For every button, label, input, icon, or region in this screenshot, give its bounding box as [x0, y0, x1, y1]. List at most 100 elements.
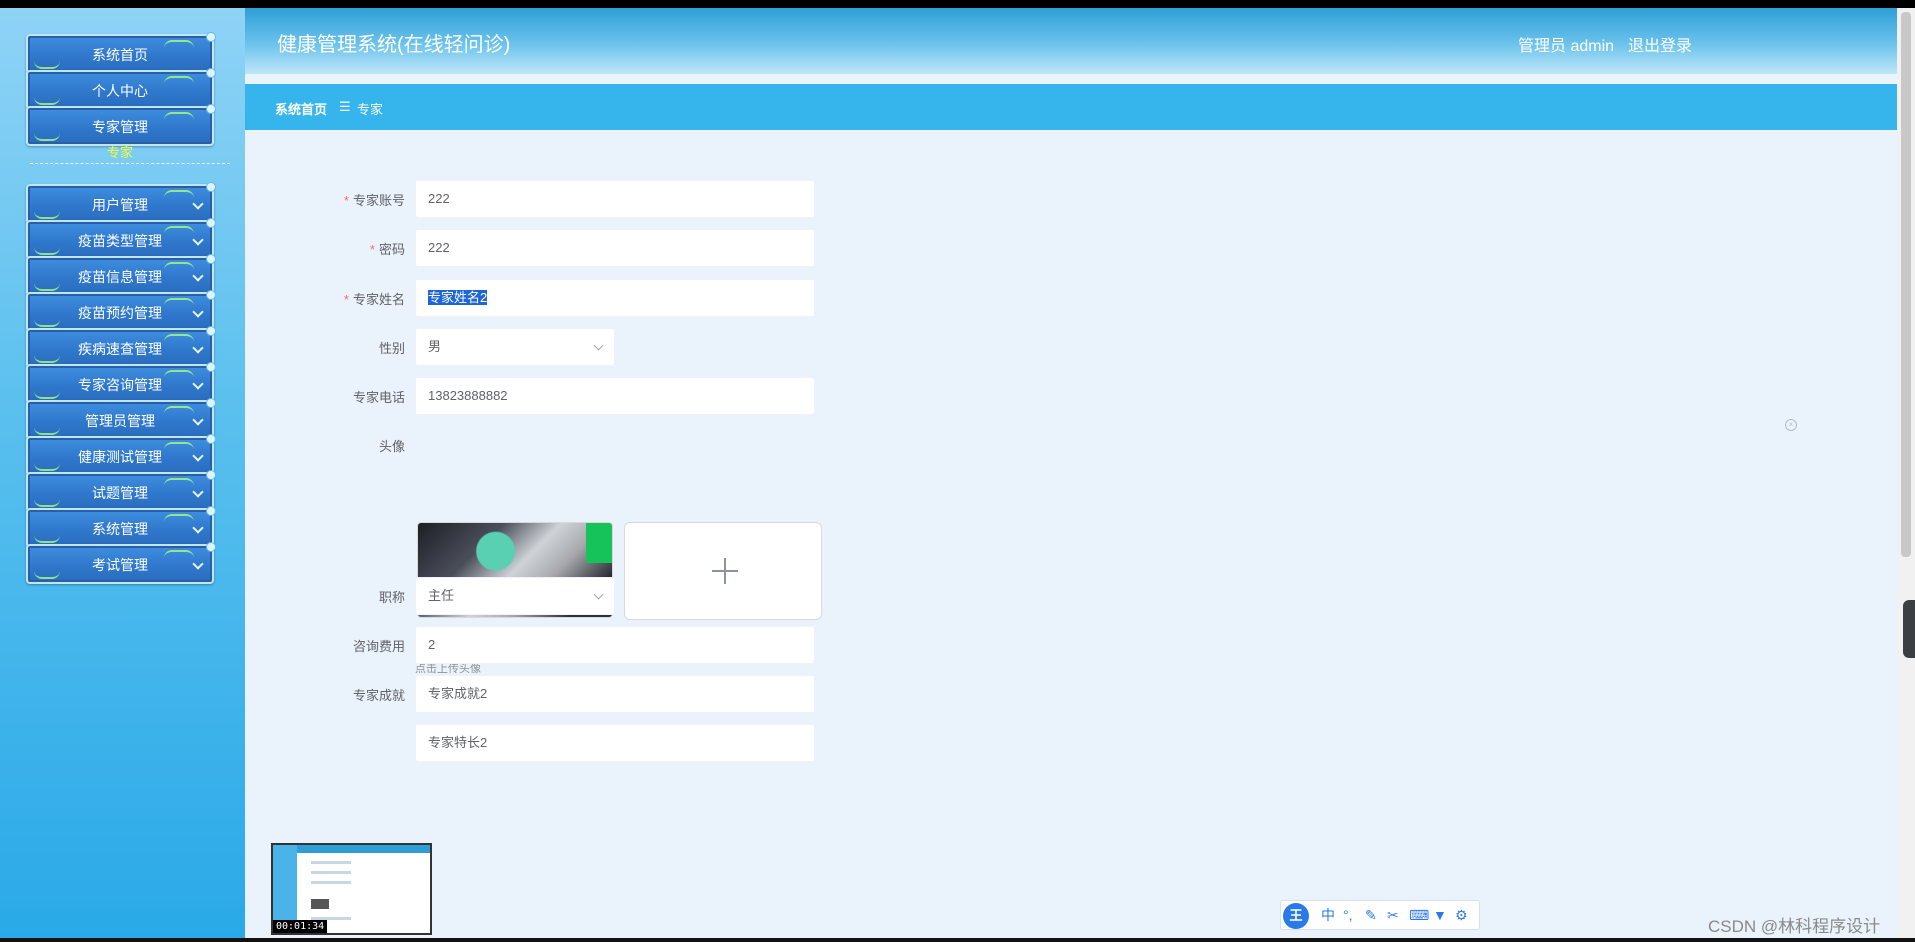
thumb-image [311, 899, 329, 909]
sidebar-item-question-management[interactable]: 试题管理 [26, 470, 216, 512]
ime-logo-icon[interactable]: 王 [1283, 903, 1309, 929]
image-region [586, 523, 612, 563]
sidebar-item-disease-lookup[interactable]: 疾病速查管理 [26, 326, 216, 368]
ornament-icon [164, 334, 194, 342]
sidebar-item-exam-management[interactable]: 考试管理 [26, 542, 216, 584]
current-user: 管理员 admin [1518, 38, 1615, 55]
ornament-icon [34, 211, 60, 219]
scrollbar-thumb[interactable] [1901, 12, 1911, 557]
chevron-down-icon [192, 558, 204, 570]
ornament-icon [164, 190, 194, 198]
sidebar-item-label: 疫苗类型管理 [78, 233, 162, 249]
punctuation-icon[interactable]: °, [1343, 907, 1353, 923]
thumb-header [297, 845, 430, 853]
sidebar-item-user-management[interactable]: 用户管理 [26, 182, 216, 224]
sidebar-item-vaccine-info[interactable]: 疫苗信息管理 [26, 254, 216, 296]
chevron-down-icon [192, 486, 204, 498]
vertical-scrollbar[interactable] [1897, 8, 1915, 938]
header-divider [245, 74, 1897, 84]
plus-icon [724, 558, 726, 584]
dot-icon [206, 182, 216, 192]
specialty-input[interactable]: 专家特长2 [415, 724, 815, 762]
dot-icon [206, 470, 216, 480]
fee-input[interactable]: 2 [415, 626, 815, 664]
sidebar-item-label: 健康测试管理 [78, 449, 162, 465]
chevron-down-icon [192, 414, 204, 426]
avatar-upload-button[interactable] [624, 522, 822, 620]
ornament-icon [34, 571, 60, 579]
dot-icon [206, 362, 216, 372]
dot-icon [206, 32, 216, 42]
logout-link[interactable]: 退出登录 [1628, 32, 1692, 56]
ornament-icon [164, 226, 194, 234]
password-input[interactable]: 222 [415, 229, 815, 267]
app-title: 健康管理系统(在线轻问诊) [277, 34, 511, 56]
skin-icon[interactable]: ▼ [1433, 907, 1447, 923]
sidebar-item-expert-management[interactable]: 专家管理 [26, 104, 216, 146]
sidebar-item-vaccine-booking[interactable]: 疫苗预约管理 [26, 290, 216, 332]
ornament-icon [34, 61, 60, 69]
chevron-down-icon [192, 270, 204, 282]
scissors-icon[interactable]: ✂ [1387, 907, 1399, 923]
side-widget-handle[interactable] [1903, 600, 1915, 658]
select-value: 男 [428, 339, 442, 354]
dot-icon [206, 218, 216, 228]
dot-icon [206, 290, 216, 300]
name-input[interactable]: 专家姓名2 [415, 279, 815, 317]
chevron-down-icon [192, 198, 204, 210]
ornament-icon [34, 499, 60, 507]
required-mark: * [343, 193, 349, 208]
sidebar-item-label: 试题管理 [92, 485, 148, 501]
ornament-icon [34, 535, 60, 543]
ornament-icon [34, 391, 60, 399]
sidebar-item-health-test[interactable]: 健康测试管理 [26, 434, 216, 476]
ime-chinese-mode[interactable]: 中 [1321, 907, 1335, 923]
sidebar-item-label: 疾病速查管理 [78, 341, 162, 357]
label-text: 专家姓名 [352, 292, 405, 307]
ornament-icon [34, 427, 60, 435]
ornament-icon [34, 355, 60, 363]
required-mark: * [369, 242, 375, 257]
sidebar-subitem-expert[interactable]: 专家 [26, 142, 214, 161]
phone-input[interactable]: 13823888882 [415, 377, 815, 415]
ornament-icon [164, 442, 194, 450]
gear-icon[interactable]: ⚙ [1455, 907, 1468, 923]
chevron-down-icon [192, 342, 204, 354]
ornament-icon [34, 463, 60, 471]
ornament-icon [164, 514, 194, 522]
pen-icon[interactable]: ✎ [1365, 907, 1377, 923]
sidebar-item-admin-management[interactable]: 管理员管理 [26, 398, 216, 440]
video-thumbnail[interactable]: 00:01:34 [271, 843, 432, 935]
dot-icon [206, 254, 216, 264]
gender-select[interactable]: 男 [415, 328, 615, 366]
ornament-icon [164, 262, 194, 270]
dot-icon [206, 434, 216, 444]
breadcrumb-home[interactable]: 系统首页 [275, 99, 327, 118]
fee-label: 咨询费用 [352, 639, 405, 654]
sidebar-item-system-management[interactable]: 系统管理 [26, 506, 216, 548]
clear-icon[interactable]: × [1785, 419, 1797, 431]
ornament-icon [164, 298, 194, 306]
sidebar-item-vaccine-type[interactable]: 疫苗类型管理 [26, 218, 216, 260]
breadcrumb: 系统首页 ☰ 专家 [245, 84, 1897, 130]
sidebar-item-label: 专家管理 [92, 119, 148, 135]
keyboard-icon[interactable]: ⌨ [1409, 907, 1429, 923]
title-select[interactable]: 主任 [415, 577, 615, 615]
account-input[interactable]: 222 [415, 180, 815, 218]
achievement-input[interactable]: 专家成就2 [415, 675, 815, 713]
ornament-icon [34, 97, 60, 105]
thumb-line [311, 861, 351, 864]
avatar-label: 头像 [378, 439, 405, 454]
gender-label: 性别 [378, 341, 405, 356]
thumb-line [311, 871, 351, 874]
sidebar-item-expert-consult[interactable]: 专家咨询管理 [26, 362, 216, 404]
sidebar-item-profile[interactable]: 个人中心 [26, 68, 216, 110]
expert-form: * 专家账号 222 * 密码 222 * 专家姓名 专家姓名2 × 性别 男 专家电… [245, 130, 1897, 938]
name-label: * 专家姓名 [245, 289, 405, 308]
ornament-icon [164, 76, 194, 84]
sidebar-item-label: 专家咨询管理 [78, 377, 162, 393]
sidebar-item-home[interactable]: 系统首页 [26, 32, 216, 74]
ornament-icon [164, 406, 194, 414]
top-edge [0, 0, 1915, 8]
sidebar-item-label: 考试管理 [92, 557, 148, 573]
